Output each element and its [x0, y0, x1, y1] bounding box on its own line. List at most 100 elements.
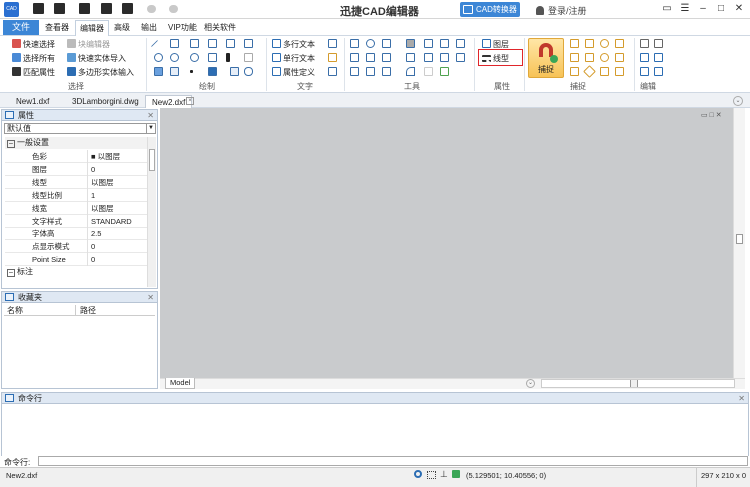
- property-row[interactable]: Point Size 0: [5, 253, 147, 267]
- pen-icon[interactable]: [226, 53, 230, 62]
- property-value[interactable]: 以图层: [91, 202, 114, 215]
- snap-extension-icon[interactable]: [600, 67, 609, 76]
- undo-icon[interactable]: [147, 5, 156, 13]
- command-input[interactable]: [38, 456, 748, 466]
- copy-icon[interactable]: [406, 39, 415, 48]
- region-icon[interactable]: [244, 39, 253, 48]
- cad-converter-button[interactable]: CAD转换器: [460, 2, 520, 17]
- hatch-icon[interactable]: [154, 67, 163, 76]
- property-row[interactable]: 图层 0: [5, 162, 147, 176]
- scroll-thumb[interactable]: [149, 149, 155, 171]
- login-button[interactable]: 登录/注册: [536, 4, 587, 17]
- property-value[interactable]: 0: [91, 240, 95, 253]
- section-dimension[interactable]: – 标注: [5, 266, 147, 278]
- pin-icon[interactable]: ✕: [147, 292, 154, 303]
- vertical-scrollbar[interactable]: [733, 108, 745, 380]
- delete-icon[interactable]: [654, 39, 663, 48]
- spline-icon[interactable]: [208, 39, 217, 48]
- polyline-icon[interactable]: [170, 39, 179, 48]
- snap-tangent-icon[interactable]: [615, 39, 624, 48]
- tab-lamborgini[interactable]: 3DLamborgini.dwg: [66, 95, 145, 108]
- image-icon[interactable]: [208, 53, 217, 62]
- open-icon[interactable]: [33, 3, 44, 14]
- property-row[interactable]: 色彩 ■ 以图层: [5, 150, 147, 163]
- polygon-entity-input-button[interactable]: 多边形实体输入: [67, 67, 134, 78]
- property-value[interactable]: 2.5: [91, 227, 101, 240]
- menu-viewer[interactable]: 查看器: [45, 22, 69, 33]
- layout-list-icon[interactable]: ⌄: [526, 379, 535, 388]
- menu-related-software[interactable]: 相关软件: [204, 22, 236, 33]
- block-editor-button[interactable]: 块编辑器: [67, 39, 110, 50]
- trim-icon[interactable]: [382, 53, 391, 62]
- snap-parallel-icon[interactable]: [615, 67, 624, 76]
- pin-icon[interactable]: ✕: [147, 110, 154, 121]
- erase-icon[interactable]: [640, 39, 649, 48]
- circle-icon[interactable]: [154, 53, 163, 62]
- table-icon[interactable]: [230, 67, 239, 76]
- col-path[interactable]: 路径: [80, 305, 96, 316]
- property-row[interactable]: 线宽 以图层: [5, 201, 147, 215]
- snap-intersection-icon[interactable]: [570, 39, 579, 48]
- menu-output[interactable]: 输出: [141, 22, 157, 33]
- move-icon[interactable]: [350, 39, 359, 48]
- snap-center-icon[interactable]: [600, 39, 609, 48]
- redo-icon[interactable]: [169, 5, 178, 13]
- print-icon[interactable]: [122, 3, 133, 14]
- snap-midpoint-icon[interactable]: [570, 67, 579, 76]
- property-row[interactable]: 线型 以图层: [5, 175, 147, 189]
- property-row[interactable]: 文字样式 STANDARD: [5, 214, 147, 228]
- cloud-icon[interactable]: [244, 67, 253, 76]
- snap-insertion-icon[interactable]: [570, 53, 579, 62]
- attribute-def-button[interactable]: 属性定义: [272, 67, 315, 78]
- ellipse-icon[interactable]: [170, 53, 179, 62]
- mtext-button[interactable]: 多行文本: [272, 39, 315, 50]
- lineweight-status-icon[interactable]: [452, 470, 460, 478]
- property-row[interactable]: 点显示模式 0: [5, 240, 147, 254]
- snap-quadrant-icon[interactable]: [600, 53, 609, 62]
- array-icon[interactable]: [350, 53, 359, 62]
- property-value[interactable]: 1: [91, 189, 95, 202]
- menu-icon[interactable]: ☰: [678, 3, 692, 15]
- single-text-button[interactable]: 单行文本: [272, 53, 315, 64]
- paste-icon[interactable]: [640, 67, 649, 76]
- tab-close-icon[interactable]: ×: [186, 97, 194, 105]
- check-icon[interactable]: [440, 67, 449, 76]
- property-row[interactable]: 线型比例 1: [5, 188, 147, 202]
- grid-status-icon[interactable]: [427, 471, 436, 479]
- save-as-icon[interactable]: [101, 3, 112, 14]
- save-icon[interactable]: [79, 3, 90, 14]
- property-value[interactable]: 0: [91, 253, 95, 266]
- menu-editor[interactable]: 编辑器: [75, 20, 109, 36]
- property-value[interactable]: STANDARD: [91, 215, 132, 228]
- rectangle-icon[interactable]: [190, 39, 199, 48]
- lengthen-icon[interactable]: [424, 67, 433, 76]
- property-value[interactable]: 0: [91, 163, 95, 176]
- text-find-icon[interactable]: [328, 67, 337, 76]
- property-value[interactable]: ■ 以图层: [91, 150, 120, 163]
- rotate-icon[interactable]: [366, 39, 375, 48]
- match-properties-button[interactable]: 匹配属性: [12, 67, 55, 78]
- ortho-status-icon[interactable]: ⊥: [440, 469, 448, 480]
- tab-new1[interactable]: New1.dxf: [10, 95, 55, 108]
- vertical-scroll-thumb[interactable]: [736, 234, 743, 244]
- table-draw-icon[interactable]: [244, 53, 253, 62]
- scale-icon[interactable]: [440, 39, 449, 48]
- properties-scrollbar[interactable]: [147, 137, 156, 287]
- gradient-icon[interactable]: [170, 67, 179, 76]
- snap-perpendicular-icon[interactable]: [585, 39, 594, 48]
- text-edit-icon[interactable]: [328, 53, 337, 62]
- curve-icon[interactable]: [406, 67, 415, 76]
- viewport-controls[interactable]: ▭ □ ✕: [701, 111, 722, 119]
- arc-icon[interactable]: [190, 53, 199, 62]
- explode-icon[interactable]: [424, 39, 433, 48]
- property-row[interactable]: 字体高 2.5: [5, 227, 147, 241]
- select-all-button[interactable]: 选择所有: [12, 53, 55, 64]
- tab-list-icon[interactable]: ⌄: [733, 96, 743, 106]
- quick-entity-import-button[interactable]: 快速实体导入: [67, 53, 126, 64]
- text-style-icon[interactable]: [328, 39, 337, 48]
- section-general[interactable]: – 一般设置: [5, 137, 147, 149]
- cut-icon[interactable]: [640, 53, 649, 62]
- snap-status-icon[interactable]: [414, 470, 422, 478]
- align-icon[interactable]: [366, 67, 375, 76]
- fillet-icon[interactable]: [382, 67, 391, 76]
